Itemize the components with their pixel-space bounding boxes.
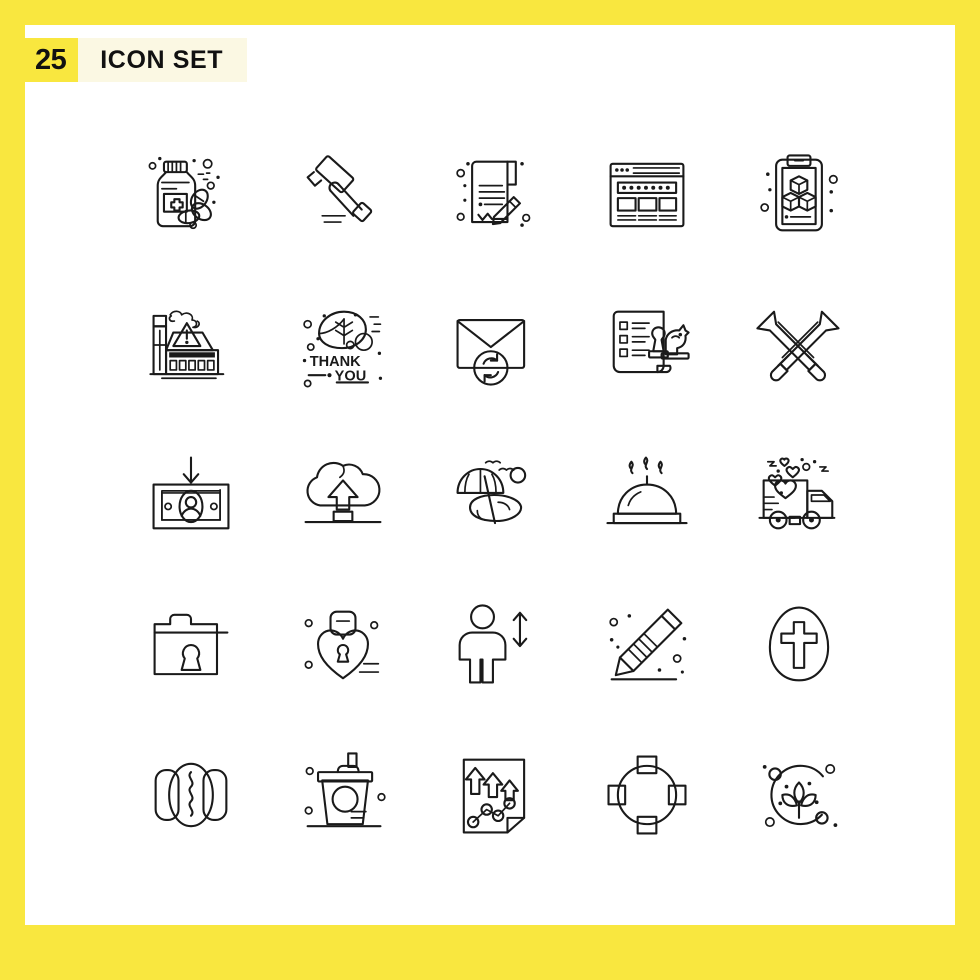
icon-cell-strategy-checklist-chess[interactable] xyxy=(571,270,723,420)
person-height-measure-icon xyxy=(443,593,547,697)
icon-count-badge: 25 xyxy=(25,38,79,82)
mobile-augmented-reality-cubes-icon xyxy=(747,143,851,247)
icon-cell-transform-nodes-circle[interactable] xyxy=(571,720,723,870)
poster-frame: 25 ICON SET THANK YOU xyxy=(0,0,980,980)
icon-cell-web-page-layout[interactable] xyxy=(571,120,723,270)
gavel-hammer-icon xyxy=(291,143,395,247)
icon-cell-cloud-upload[interactable] xyxy=(267,420,419,570)
factory-pollution-warning-icon xyxy=(139,293,243,397)
icon-cell-love-delivery-truck[interactable] xyxy=(723,420,875,570)
locked-folder-icon xyxy=(139,593,243,697)
medicine-bottle-pills-icon xyxy=(139,156,220,247)
icon-cell-eco-plant-circle[interactable] xyxy=(723,720,875,870)
strategy-checklist-chess-icon xyxy=(595,293,699,397)
contract-signature-icon xyxy=(443,143,547,227)
love-delivery-truck-icon xyxy=(747,443,851,547)
icon-cell-beach-umbrella[interactable] xyxy=(419,420,571,570)
icon-cell-contract-signature[interactable] xyxy=(419,120,571,270)
icon-cell-hot-dog[interactable] xyxy=(115,720,267,870)
eco-plant-circle-icon xyxy=(762,743,838,847)
icon-cell-mobile-ar-cubes[interactable] xyxy=(723,120,875,270)
hot-dog-icon xyxy=(139,743,243,847)
cloud-upload-icon xyxy=(291,443,395,547)
icon-cell-money-income[interactable] xyxy=(115,420,267,570)
icon-cell-crossed-swords[interactable] xyxy=(723,270,875,420)
heart-padlock-icon xyxy=(291,593,395,697)
growth-report-document-icon xyxy=(443,743,547,847)
icon-cell-food-serving-dome[interactable] xyxy=(571,420,723,570)
beach-umbrella-icon xyxy=(443,443,547,547)
thank-you-leaf-icon: THANK YOU xyxy=(302,293,383,397)
icon-cell-gavel-hammer[interactable] xyxy=(267,120,419,270)
icon-cell-heart-padlock[interactable] xyxy=(267,570,419,720)
icon-cell-factory-pollution-warning[interactable] xyxy=(115,270,267,420)
pencil-edit-icon xyxy=(595,593,687,697)
icon-cell-email-sync[interactable] xyxy=(419,270,571,420)
easter-egg-cross-icon xyxy=(747,593,851,697)
icon-cell-locked-folder[interactable] xyxy=(115,570,267,720)
icon-sheet-canvas: 25 ICON SET THANK YOU xyxy=(25,25,955,925)
icon-cell-soda-cup-straw[interactable] xyxy=(267,720,419,870)
transform-nodes-circle-icon xyxy=(595,743,699,847)
icon-cell-growth-report-document[interactable] xyxy=(419,720,571,870)
crossed-swords-icon xyxy=(747,293,851,397)
icon-cell-easter-egg-cross[interactable] xyxy=(723,570,875,720)
money-income-icon xyxy=(139,443,243,547)
icon-cell-thank-you-leaf[interactable]: THANK YOU xyxy=(267,270,419,420)
header: 25 ICON SET xyxy=(25,38,248,82)
web-page-layout-icon xyxy=(595,143,699,247)
icon-cell-pencil-edit[interactable] xyxy=(571,570,723,720)
icon-cell-person-height-measure[interactable] xyxy=(419,570,571,720)
food-serving-dome-icon xyxy=(595,443,699,547)
icon-cell-medicine-bottle-pills[interactable] xyxy=(115,120,267,270)
page-title: ICON SET xyxy=(100,46,224,74)
soda-cup-straw-icon xyxy=(291,743,395,847)
icon-grid: THANK YOU xyxy=(115,120,875,870)
email-sync-icon xyxy=(443,293,547,397)
